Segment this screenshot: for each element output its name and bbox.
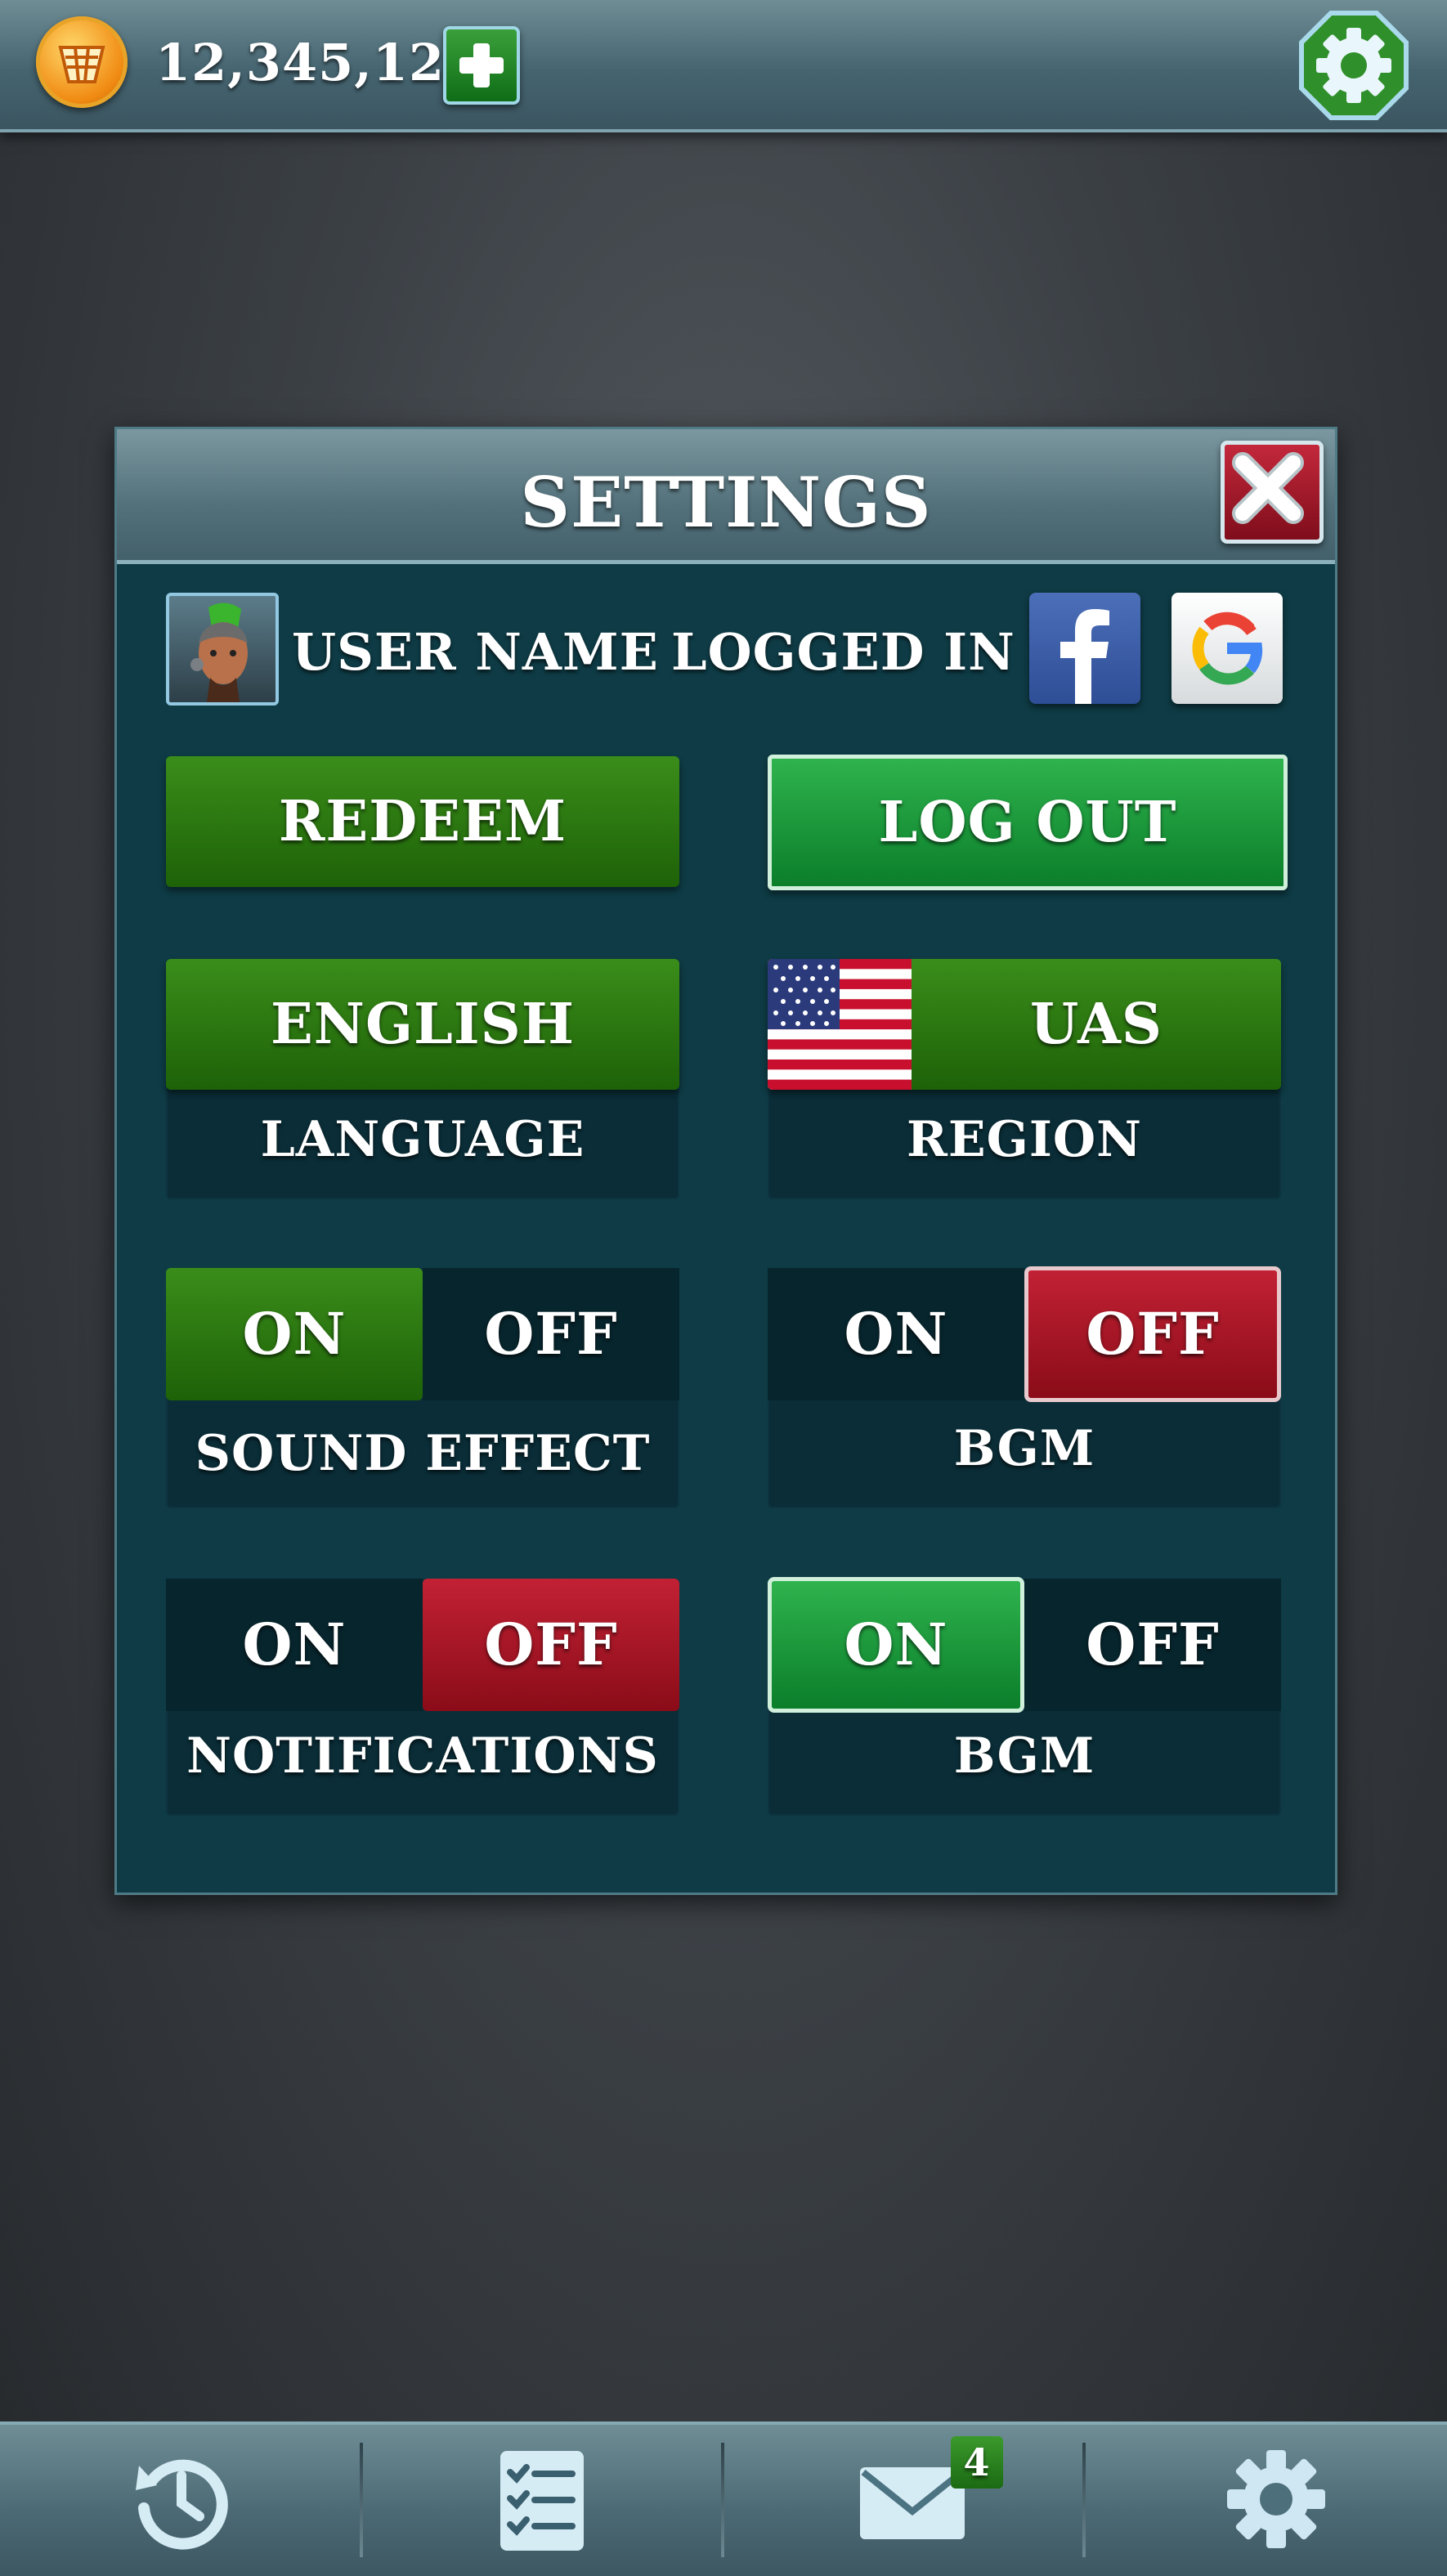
region-field: UAS REGION bbox=[768, 959, 1281, 1199]
settings-header: SETTINGS bbox=[117, 429, 1335, 564]
bgm-2-on-button[interactable]: ON bbox=[768, 1577, 1024, 1713]
bgm-toggle-group: ON OFF BGM bbox=[768, 1266, 1281, 1508]
region-value: UAS bbox=[1029, 992, 1163, 1057]
us-flag-icon bbox=[768, 959, 912, 1090]
language-select[interactable]: ENGLISH bbox=[166, 959, 679, 1090]
avatar[interactable] bbox=[166, 593, 279, 706]
bottom-nav bbox=[0, 2421, 1447, 2576]
gear-icon bbox=[1299, 11, 1409, 120]
gear-icon bbox=[1227, 2450, 1325, 2548]
google-login-button[interactable] bbox=[1171, 593, 1283, 704]
sound-effect-on-button[interactable]: ON bbox=[166, 1268, 423, 1400]
bgm-on-button[interactable]: ON bbox=[768, 1268, 1024, 1400]
facebook-icon bbox=[1060, 609, 1109, 704]
sound-effect-off-button[interactable]: OFF bbox=[423, 1268, 679, 1400]
nav-mail[interactable] bbox=[723, 2425, 1084, 2576]
settings-title: SETTINGS bbox=[520, 462, 932, 543]
coin-balance: 12,345,123 bbox=[155, 33, 482, 92]
nav-settings[interactable] bbox=[1086, 2425, 1447, 2576]
bgm-2-off-button[interactable]: OFF bbox=[1024, 1579, 1281, 1711]
bgm-toggle-group-2: ON OFF BGM bbox=[768, 1577, 1281, 1816]
top-bar: 12,345,123 bbox=[0, 0, 1447, 132]
history-icon bbox=[136, 2459, 228, 2550]
checklist-icon bbox=[500, 2451, 584, 2551]
notifications-label: NOTIFICATIONS bbox=[186, 1727, 659, 1785]
redeem-button[interactable]: REDEEM bbox=[166, 756, 679, 887]
notifications-on-button[interactable]: ON bbox=[166, 1579, 423, 1711]
bgm-off-button[interactable]: OFF bbox=[1024, 1266, 1281, 1402]
close-icon bbox=[1232, 452, 1304, 524]
coin-icon bbox=[36, 16, 128, 108]
nav-history[interactable] bbox=[0, 2425, 361, 2576]
settings-panel: SETTINGS USER NAME LOGGED IN REDEEM LOG … bbox=[114, 427, 1337, 1895]
language-label: LANGUAGE bbox=[260, 1111, 585, 1168]
sound-effect-label: SOUND EFFECT bbox=[195, 1425, 651, 1482]
notifications-off-button[interactable]: OFF bbox=[423, 1579, 679, 1711]
language-field: ENGLISH LANGUAGE bbox=[166, 959, 679, 1199]
bgm-label: BGM bbox=[953, 1420, 1095, 1477]
username-label: USER NAME bbox=[292, 622, 659, 682]
bgm-2-label: BGM bbox=[953, 1727, 1095, 1785]
nav-tasks[interactable] bbox=[361, 2425, 723, 2576]
logout-button[interactable]: LOG OUT bbox=[768, 755, 1288, 890]
region-label: REGION bbox=[906, 1111, 1142, 1168]
add-coins-button[interactable] bbox=[443, 26, 520, 105]
facebook-login-button[interactable] bbox=[1029, 593, 1140, 704]
mail-count-badge: 4 bbox=[951, 2436, 1003, 2489]
google-icon bbox=[1192, 612, 1263, 685]
sound-effect-toggle-group: ON OFF SOUND EFFECT bbox=[166, 1268, 679, 1508]
login-status-label: LOGGED IN bbox=[671, 622, 1015, 682]
close-button[interactable] bbox=[1221, 441, 1324, 544]
region-select[interactable]: UAS bbox=[768, 959, 1281, 1090]
settings-button[interactable] bbox=[1298, 10, 1409, 121]
notifications-toggle-group: ON OFF NOTIFICATIONS bbox=[166, 1579, 679, 1816]
